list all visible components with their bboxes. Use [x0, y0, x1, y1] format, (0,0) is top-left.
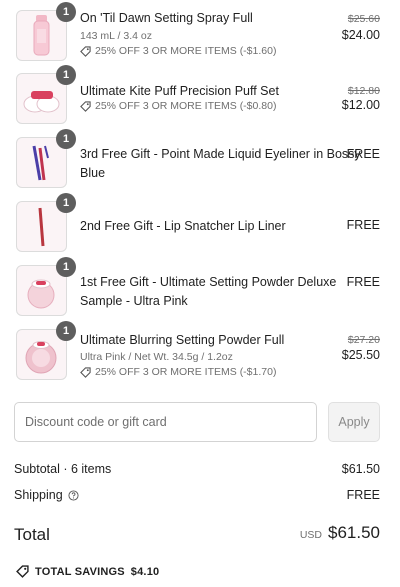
product-thumbnail: 1	[16, 2, 76, 61]
product-thumbnail: 1	[16, 257, 76, 316]
discount-form: Apply	[14, 402, 380, 442]
discount-code-input[interactable]	[14, 402, 317, 442]
tag-icon	[80, 100, 91, 112]
item-price: FREE	[346, 275, 380, 289]
subtotal-label: Subtotal · 6 items	[14, 462, 112, 476]
item-variant: 143 mL / 3.4 oz	[80, 30, 152, 42]
item-price: FREE	[346, 147, 380, 161]
savings-label: TOTAL SAVINGS	[35, 565, 125, 578]
total-value-group: USD $61.50	[300, 523, 380, 543]
item-price: FREE	[346, 218, 380, 232]
tag-icon	[80, 45, 91, 57]
item-discount: 25% OFF 3 OR MORE ITEMS (-$1.70)	[80, 366, 276, 378]
quantity-badge: 1	[56, 2, 76, 22]
tag-icon	[80, 366, 91, 378]
item-variant: Ultra Pink / Net Wt. 34.5g / 1.2oz	[80, 351, 233, 363]
quantity-badge: 1	[56, 257, 76, 277]
discount-text: 25% OFF 3 OR MORE ITEMS (-$1.70)	[95, 366, 277, 378]
item-name: Ultimate Blurring Setting Powder Full	[80, 333, 285, 347]
item-price: $12.00	[341, 98, 380, 112]
total-amount: $61.50	[328, 523, 380, 542]
quantity-badge: 1	[56, 65, 76, 85]
quantity-badge: 1	[56, 321, 76, 341]
discount-text: 25% OFF 3 OR MORE ITEMS (-$1.60)	[95, 45, 277, 57]
original-price: $27.20	[347, 334, 380, 346]
total-label: Total	[14, 525, 50, 544]
total-savings: TOTAL SAVINGS $4.10	[16, 565, 159, 578]
product-thumbnail: 1	[16, 193, 76, 252]
subtotal-value: $61.50	[341, 462, 380, 476]
item-name: On 'Til Dawn Setting Spray Full	[80, 11, 253, 25]
discount-text: 25% OFF 3 OR MORE ITEMS (-$0.80)	[95, 100, 277, 112]
shipping-value: FREE	[346, 488, 380, 502]
item-price: $25.50	[341, 348, 380, 362]
item-discount: 25% OFF 3 OR MORE ITEMS (-$1.60)	[80, 45, 276, 57]
quantity-badge: 1	[56, 129, 76, 149]
currency-code: USD	[299, 529, 322, 541]
tag-icon	[16, 565, 29, 578]
item-price: $24.00	[341, 28, 380, 42]
shipping-label: Shipping	[14, 488, 63, 502]
question-circle-icon[interactable]	[68, 489, 79, 501]
quantity-badge: 1	[56, 193, 76, 213]
item-discount: 25% OFF 3 OR MORE ITEMS (-$0.80)	[80, 100, 276, 112]
original-price: $25.60	[347, 13, 380, 25]
original-price: $12.80	[347, 85, 380, 97]
item-name: 1st Free Gift - Ultimate Setting Powder …	[80, 275, 337, 308]
product-thumbnail: 1	[16, 129, 76, 188]
savings-value: $4.10	[130, 565, 160, 578]
item-name: 2nd Free Gift - Lip Snatcher Lip Liner	[80, 219, 286, 233]
shipping-row: Shipping	[14, 488, 79, 502]
product-thumbnail: 1	[16, 65, 76, 124]
apply-button[interactable]: Apply	[328, 402, 380, 442]
product-thumbnail: 1	[16, 321, 76, 380]
item-name: Ultimate Kite Puff Precision Puff Set	[80, 84, 279, 98]
item-name: 3rd Free Gift - Point Made Liquid Eyelin…	[80, 147, 361, 180]
